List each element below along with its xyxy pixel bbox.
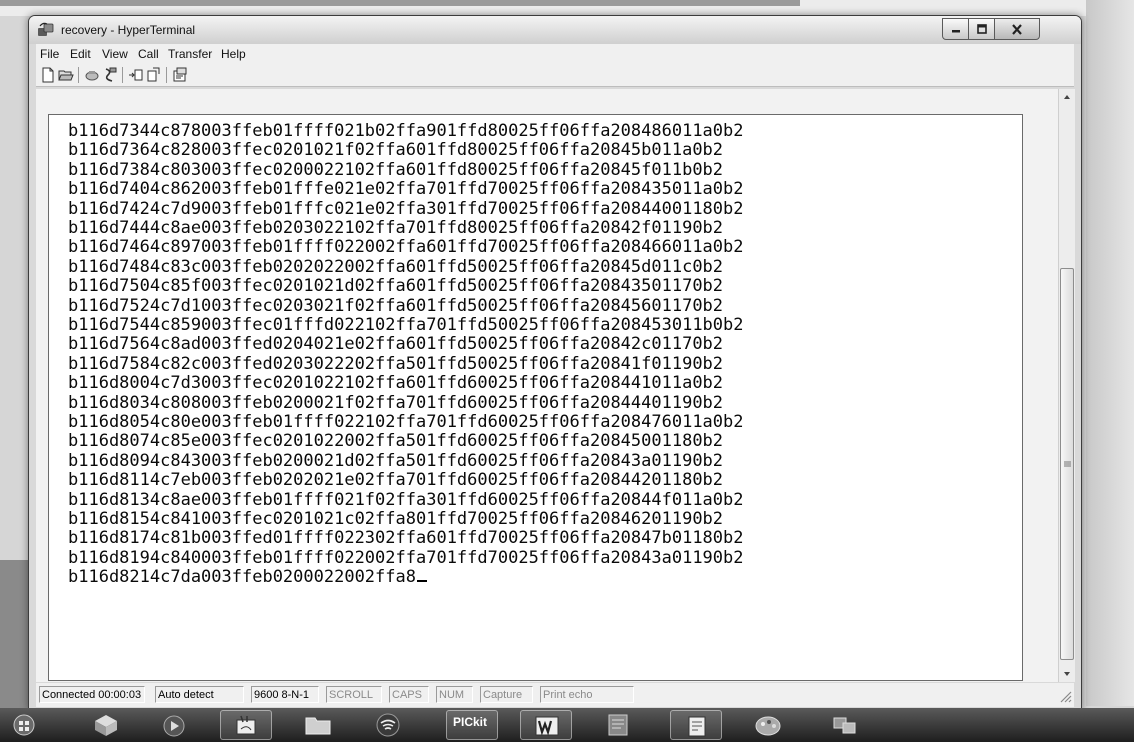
- paint-app-icon: [236, 715, 256, 735]
- maximize-button[interactable]: [968, 18, 996, 40]
- document-icon: [608, 714, 628, 736]
- close-button[interactable]: [994, 18, 1040, 40]
- terminal-line: b116d8034c808003ffeb0200021f02ffa701ffd6…: [68, 392, 724, 413]
- terminal-line: b116d8174c81b003ffed01ffff022302ffa601ff…: [68, 528, 744, 549]
- taskbar-document[interactable]: [592, 710, 644, 740]
- terminal-line: b116d7404c862003ffeb01fffe021e02ffa701ff…: [68, 179, 744, 200]
- terminal-line: b116d8074c85e003ffec0201022002ffa501ffd6…: [68, 431, 724, 452]
- toolbar-separator: [122, 67, 123, 83]
- taskbar-pickit[interactable]: PICkit: [446, 710, 498, 740]
- terminal-line: b116d7504c85f003ffec0201021d02ffa601ffd5…: [68, 276, 724, 297]
- terminal-line: b116d7564c8ad003ffed0204021e02ffa601ffd5…: [68, 334, 724, 355]
- terminal-line: b116d7384c803003ffec0200022102ffa601ffd8…: [68, 159, 724, 180]
- taskbar-paint-app[interactable]: [220, 710, 272, 740]
- connect-phone-icon[interactable]: [84, 67, 100, 83]
- menu-bar: File Edit View Call Transfer Help: [36, 44, 1074, 64]
- terminal-line: b116d7444c8ae003ffeb0203022102ffa701ffd8…: [68, 218, 724, 238]
- menu-view[interactable]: View: [102, 47, 128, 61]
- properties-icon[interactable]: [172, 67, 188, 83]
- new-document-icon[interactable]: [40, 67, 56, 83]
- vertical-scrollbar[interactable]: [1058, 89, 1075, 682]
- desktop-background: [1086, 0, 1134, 706]
- folder-icon: [305, 717, 331, 735]
- taskbar-word[interactable]: [520, 710, 572, 740]
- status-capture: Capture: [480, 686, 533, 703]
- terminal-line: b116d7364c828003ffec0201021f02ffa601ffd8…: [68, 140, 724, 161]
- scroll-down-arrow-icon[interactable]: [1059, 665, 1075, 682]
- taskbar-media-player[interactable]: [148, 710, 200, 740]
- taskbar-folder[interactable]: [292, 710, 344, 740]
- hyperterminal-window: recovery - HyperTerminal File Edit View …: [28, 15, 1082, 710]
- status-num: NUM: [436, 686, 473, 703]
- resize-grip-icon[interactable]: [1058, 689, 1072, 703]
- title-bar[interactable]: recovery - HyperTerminal: [29, 16, 1081, 44]
- terminal-line: b116d7424c7d9003ffeb01fffc021e02ffa301ff…: [68, 198, 744, 219]
- menu-call[interactable]: Call: [138, 47, 159, 61]
- terminal-line: b116d8134c8ae003ffeb01ffff021f02ffa301ff…: [68, 489, 744, 510]
- status-bar: Connected 00:00:03 Auto detect 9600 8-N-…: [36, 683, 1074, 707]
- terminal-line: b116d7544c859003ffec01fffd022102ffa701ff…: [68, 315, 744, 335]
- terminal-line: b116d8194c840003ffeb01ffff022002ffa701ff…: [68, 547, 744, 568]
- taskbar-paint-palette[interactable]: [742, 710, 794, 740]
- hyperterminal-app-icon: [38, 22, 54, 36]
- taskbar-app-cube[interactable]: [80, 710, 132, 740]
- window-title: recovery - HyperTerminal: [61, 23, 196, 37]
- network-icon: [833, 717, 856, 734]
- maximize-icon: [977, 24, 987, 34]
- scrollbar-thumb[interactable]: [1060, 268, 1074, 660]
- status-print-echo: Print echo: [540, 686, 634, 703]
- terminal-line: b116d8054c80e003ffeb01ffff022102ffa701ff…: [68, 412, 744, 432]
- minimize-button[interactable]: [942, 18, 970, 40]
- terminal-line: b116d8114c7eb003ffeb0202021e02ffa701ffd6…: [68, 470, 724, 491]
- start-orb-icon: [13, 714, 35, 736]
- status-detect: Auto detect: [155, 686, 244, 703]
- taskbar: PICkit: [0, 708, 1134, 742]
- terminal-line: b116d8094c843003ffeb0200021d02ffa501ffd6…: [68, 450, 724, 471]
- terminal-area: b116d7344c878003ffeb01ffff021b02ffa901ff…: [36, 89, 1075, 682]
- terminal-line: b116d8214c7da003ffeb0200022002ffa8: [68, 568, 427, 587]
- desktop-left-edge: [0, 560, 30, 710]
- taskbar-network[interactable]: [818, 710, 870, 740]
- minimize-icon: [952, 30, 960, 33]
- terminal-line: b116d7464c897003ffeb01ffff022002ffa601ff…: [68, 237, 744, 258]
- app-cube-icon: [95, 715, 117, 736]
- menu-edit[interactable]: Edit: [70, 47, 91, 61]
- taskbar-wifi-app[interactable]: [362, 710, 414, 740]
- desktop-top-strip: [0, 0, 1134, 16]
- status-caps: CAPS: [389, 686, 429, 703]
- pickit-label: PICkit: [453, 715, 488, 729]
- taskbar-notepad[interactable]: [670, 710, 722, 740]
- close-icon: [1012, 23, 1022, 35]
- menu-transfer[interactable]: Transfer: [168, 47, 212, 61]
- send-file-icon[interactable]: [128, 67, 144, 83]
- status-port-settings: 9600 8-N-1: [251, 686, 319, 703]
- toolbar: [36, 64, 1074, 87]
- word-icon: [535, 716, 559, 736]
- status-scroll: SCROLL: [326, 686, 382, 703]
- terminal-line: b116d7584c82c003ffed0203022202ffa501ffd5…: [68, 353, 724, 374]
- text-cursor: [417, 580, 427, 583]
- toolbar-separator: [78, 67, 79, 83]
- terminal-line: b116d8004c7d3003ffec0201022102ffa601ffd6…: [68, 373, 724, 394]
- terminal-line: b116d7344c878003ffeb01ffff021b02ffa901ff…: [68, 121, 744, 141]
- terminal-line: b116d7524c7d1003ffec0203021f02ffa601ffd5…: [68, 295, 724, 316]
- status-connected: Connected 00:00:03: [39, 686, 145, 703]
- terminal-line: b116d7484c83c003ffeb0202022002ffa601ffd5…: [68, 256, 724, 277]
- open-folder-icon[interactable]: [58, 67, 74, 83]
- notepad-icon: [688, 716, 706, 737]
- disconnect-phone-icon[interactable]: [102, 67, 118, 83]
- scroll-up-arrow-icon[interactable]: [1059, 89, 1075, 106]
- media-player-icon: [163, 715, 185, 737]
- paint-palette-icon: [755, 716, 781, 736]
- menu-help[interactable]: Help: [221, 47, 246, 61]
- toolbar-separator: [166, 67, 167, 83]
- receive-file-icon[interactable]: [146, 67, 162, 83]
- wifi-app-icon: [376, 713, 400, 737]
- start-orb[interactable]: [2, 710, 46, 740]
- menu-file[interactable]: File: [40, 47, 59, 61]
- terminal-output[interactable]: b116d7344c878003ffeb01ffff021b02ffa901ff…: [48, 114, 1023, 681]
- thumb-grip-icon: [1064, 461, 1071, 467]
- terminal-line: b116d8154c841003ffec0201021c02ffa801ffd7…: [68, 509, 724, 529]
